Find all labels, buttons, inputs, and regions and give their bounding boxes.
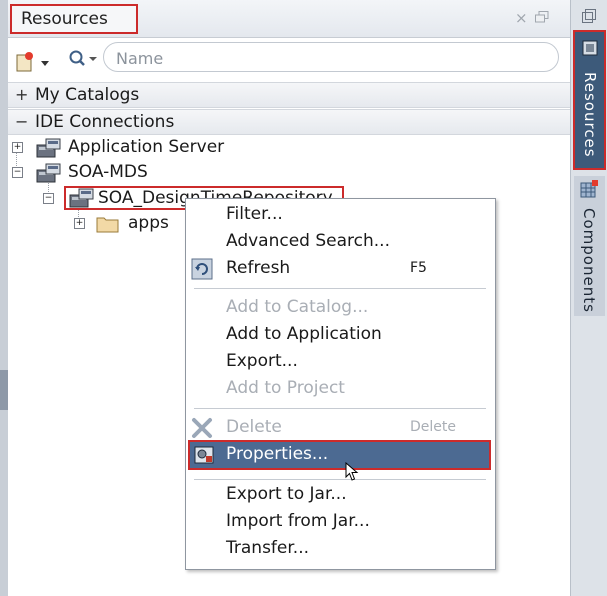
close-icon[interactable]: ×	[515, 9, 528, 27]
menu-item-transfer[interactable]: Transfer...	[186, 536, 495, 562]
left-gutter	[0, 0, 8, 596]
menu-item-label: Add to Project	[226, 378, 345, 398]
right-sidebar: Resources Components	[570, 0, 607, 596]
tree-node-application-server[interactable]: + Application Server	[8, 136, 268, 160]
my-catalogs-section[interactable]: + My Catalogs	[8, 82, 570, 108]
search-field	[103, 42, 559, 72]
menu-item-import-from-jar[interactable]: Import from Jar...	[186, 509, 495, 535]
menu-separator	[194, 288, 486, 289]
collapse-icon[interactable]: −	[15, 112, 28, 131]
tree-node-apps[interactable]: + apps	[8, 212, 188, 236]
expand-icon[interactable]: +	[74, 218, 85, 229]
repository-icon	[36, 163, 61, 183]
tree-node-label: apps	[128, 213, 169, 233]
menu-item-label: Delete	[226, 417, 282, 437]
search-input[interactable]	[114, 47, 538, 69]
window-icon[interactable]	[582, 9, 596, 23]
server-icon	[36, 138, 61, 158]
section-label: My Catalogs	[35, 85, 140, 105]
expand-icon[interactable]: +	[15, 85, 28, 104]
panel-titlebar: Resources ×	[8, 0, 570, 38]
tree-node-label: Application Server	[68, 137, 225, 157]
tree-node-soa-mds[interactable]: − SOA-MDS	[8, 161, 208, 185]
menu-item-add-to-application[interactable]: Add to Application	[186, 322, 495, 348]
shortcut-label: Delete	[410, 419, 456, 435]
menu-item-label: Export to Jar...	[226, 484, 347, 504]
menu-item-label: Export...	[226, 351, 298, 371]
menu-item-add-to-project[interactable]: Add to Project	[186, 376, 495, 402]
tab-label: Components	[580, 208, 598, 313]
folder-icon	[96, 217, 119, 233]
expand-icon[interactable]: +	[12, 142, 23, 153]
tree-node-label: SOA-MDS	[68, 162, 148, 182]
delete-icon	[192, 418, 212, 438]
tab-components[interactable]: Components	[574, 176, 605, 316]
restore-window-icon[interactable]	[535, 11, 549, 23]
search-options-button[interactable]	[68, 48, 102, 74]
menu-item-label: Advanced Search...	[226, 231, 390, 251]
resources-icon	[582, 40, 598, 56]
refresh-icon	[191, 258, 213, 280]
search-icon	[69, 50, 97, 66]
menu-item-label: Add to Catalog...	[226, 297, 369, 317]
menu-item-advanced-search[interactable]: Advanced Search...	[186, 229, 495, 255]
panel-toolbar	[8, 38, 570, 80]
menu-item-label: Filter...	[226, 204, 283, 224]
menu-item-add-to-catalog[interactable]: Add to Catalog...	[186, 295, 495, 321]
collapse-icon[interactable]: −	[43, 193, 54, 204]
section-label: IDE Connections	[35, 112, 175, 132]
tab-resources[interactable]: Resources	[573, 30, 606, 170]
ide-connections-section[interactable]: − IDE Connections	[8, 109, 570, 135]
menu-item-label: Transfer...	[226, 538, 310, 558]
panel-title: Resources	[21, 9, 108, 29]
menu-separator	[194, 479, 486, 480]
context-menu: Filter... Advanced Search... Refresh F5 …	[185, 198, 496, 570]
menu-item-refresh[interactable]: Refresh F5	[186, 256, 495, 282]
menu-item-export[interactable]: Export...	[186, 349, 495, 375]
resources-title-tab[interactable]: Resources	[10, 4, 138, 34]
new-document-icon	[16, 52, 33, 72]
mouse-cursor-icon	[345, 462, 359, 481]
components-icon	[580, 180, 598, 198]
menu-item-label: Refresh	[226, 258, 291, 278]
menu-separator	[194, 408, 486, 409]
tab-label: Resources	[581, 72, 599, 158]
properties-highlight-box	[188, 440, 491, 470]
menu-item-delete[interactable]: Delete Delete	[186, 415, 495, 441]
new-connection-button[interactable]	[16, 48, 58, 74]
gutter-marker	[0, 370, 8, 410]
menu-item-label: Import from Jar...	[226, 511, 370, 531]
shortcut-label: F5	[410, 260, 427, 276]
chevron-down-icon[interactable]	[41, 61, 49, 66]
menu-item-export-to-jar[interactable]: Export to Jar...	[186, 482, 495, 508]
menu-item-label: Add to Application	[226, 324, 382, 344]
menu-item-filter[interactable]: Filter...	[186, 202, 495, 228]
collapse-icon[interactable]: −	[12, 167, 23, 178]
